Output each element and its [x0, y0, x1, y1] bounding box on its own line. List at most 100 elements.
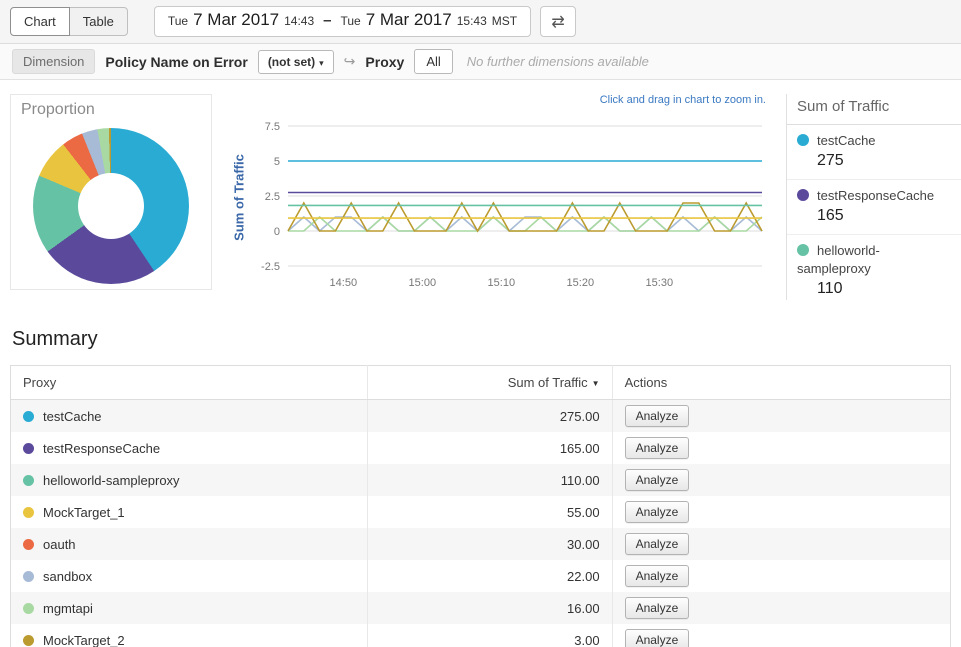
zoom-hint: Click and drag in chart to zoom in.	[600, 94, 766, 106]
column-header-proxy[interactable]: Proxy	[11, 366, 368, 400]
y-axis-tick-label: 0	[274, 226, 280, 238]
traffic-header-label: Sum of Traffic	[508, 375, 588, 390]
start-day: Tue	[168, 14, 188, 28]
traffic-value: 165.00	[368, 432, 612, 464]
legend-color-dot	[797, 189, 809, 201]
top-toolbar: Chart Table Tue 7 Mar 2017 14:43 – Tue 7…	[0, 0, 961, 44]
summary-table-body: testCache 275.00 Analyze testResponseCac…	[11, 400, 951, 647]
refresh-icon: ⇄	[551, 12, 564, 32]
y-axis-tick-label: 5	[274, 156, 280, 168]
legend-item[interactable]: helloworld-sampleproxy 110	[787, 235, 961, 300]
legend-list: testCache 275 testResponseCache 165 hell…	[787, 125, 961, 300]
table-tab[interactable]: Table	[69, 7, 128, 36]
legend-item-name: helloworld-sampleproxy	[797, 243, 880, 276]
proxy-color-dot	[23, 603, 34, 614]
proxy-dimension-label: Proxy	[365, 54, 404, 70]
end-day: Tue	[340, 14, 360, 28]
legend-item[interactable]: testResponseCache 165	[787, 180, 961, 235]
y-axis-tick-label: 2.5	[265, 191, 280, 203]
analyze-button[interactable]: Analyze	[625, 437, 690, 459]
proxy-color-dot	[23, 571, 34, 582]
analyze-button[interactable]: Analyze	[625, 469, 690, 491]
column-header-actions: Actions	[612, 366, 950, 400]
timezone-label: MST	[492, 14, 517, 28]
table-row: MockTarget_2 3.00 Analyze	[11, 624, 951, 647]
analyze-button[interactable]: Analyze	[625, 565, 690, 587]
refresh-button[interactable]: ⇄	[540, 6, 576, 37]
proxy-name: testResponseCache	[43, 441, 160, 456]
table-row: mgmtapi 16.00 Analyze	[11, 592, 951, 624]
legend-panel: Sum of Traffic testCache 275 testRespons…	[786, 94, 961, 300]
column-header-traffic[interactable]: Sum of Traffic▼	[368, 366, 612, 400]
actions-cell: Analyze	[612, 528, 950, 560]
legend-item[interactable]: testCache 275	[787, 125, 961, 180]
summary-section: Summary Proxy Sum of Traffic▼ Actions te…	[0, 300, 961, 647]
proxy-cell: mgmtapi	[11, 592, 368, 624]
proxy-color-dot	[23, 411, 34, 422]
analyze-button[interactable]: Analyze	[625, 533, 690, 555]
proxy-cell: sandbox	[11, 560, 368, 592]
proxy-cell: MockTarget_1	[11, 496, 368, 528]
date-range-picker[interactable]: Tue 7 Mar 2017 14:43 – Tue 7 Mar 2017 15…	[154, 6, 531, 37]
chart-section: Proportion Click and drag in chart to zo…	[0, 80, 961, 300]
proportion-donut-chart[interactable]	[33, 128, 189, 284]
analyze-button[interactable]: Analyze	[625, 597, 690, 619]
y-axis-tick-label: 7.5	[265, 121, 280, 133]
dimensions-note: No further dimensions available	[467, 54, 649, 69]
legend-title: Sum of Traffic	[787, 94, 961, 125]
proportion-panel: Proportion	[10, 94, 212, 290]
proxy-filter-button[interactable]: All	[414, 49, 452, 74]
traffic-value: 22.00	[368, 560, 612, 592]
table-row: sandbox 22.00 Analyze	[11, 560, 951, 592]
traffic-value: 110.00	[368, 464, 612, 496]
proxy-cell: helloworld-sampleproxy	[11, 464, 368, 496]
actions-cell: Analyze	[612, 496, 950, 528]
start-time: 14:43	[284, 14, 314, 28]
actions-cell: Analyze	[612, 432, 950, 464]
legend-item-value: 110	[817, 280, 951, 298]
legend-item-value: 275	[817, 152, 951, 170]
legend-color-dot	[797, 134, 809, 146]
chart-tab[interactable]: Chart	[10, 7, 70, 36]
dimension-name: Policy Name on Error	[105, 54, 247, 70]
proxy-name: oauth	[43, 537, 76, 552]
analyze-button[interactable]: Analyze	[625, 501, 690, 523]
proxy-cell: MockTarget_2	[11, 624, 368, 647]
x-axis-tick-label: 15:20	[567, 277, 595, 289]
proxy-cell: testResponseCache	[11, 432, 368, 464]
actions-cell: Analyze	[612, 560, 950, 592]
dimension-value-dropdown[interactable]: (not set)▾	[258, 50, 334, 74]
proxy-cell: testCache	[11, 400, 368, 433]
traffic-value: 3.00	[368, 624, 612, 647]
end-date: 7 Mar 2017	[366, 10, 452, 30]
end-time: 15:43	[457, 14, 487, 28]
traffic-value: 30.00	[368, 528, 612, 560]
legend-item-value: 165	[817, 207, 951, 225]
traffic-value: 275.00	[368, 400, 612, 433]
table-row: MockTarget_1 55.00 Analyze	[11, 496, 951, 528]
proxy-name: helloworld-sampleproxy	[43, 473, 180, 488]
summary-title: Summary	[12, 328, 951, 351]
legend-item-name: testCache	[817, 133, 876, 148]
legend-item-name: testResponseCache	[817, 188, 934, 203]
analyze-button[interactable]: Analyze	[625, 405, 690, 427]
series-line-sandbox	[288, 217, 762, 231]
line-chart-svg[interactable]: 7.552.50-2.514:5015:0015:1015:2015:30	[244, 116, 774, 294]
analyze-button[interactable]: Analyze	[625, 629, 690, 647]
line-chart-area: Click and drag in chart to zoom in. Sum …	[212, 94, 782, 294]
x-axis-tick-label: 14:50	[330, 277, 358, 289]
proxy-color-dot	[23, 475, 34, 486]
start-date: 7 Mar 2017	[193, 10, 279, 30]
date-separator: –	[323, 12, 331, 29]
table-row: oauth 30.00 Analyze	[11, 528, 951, 560]
summary-table: Proxy Sum of Traffic▼ Actions testCache …	[10, 365, 951, 647]
proxy-name: sandbox	[43, 569, 92, 584]
traffic-value: 16.00	[368, 592, 612, 624]
actions-cell: Analyze	[612, 624, 950, 647]
x-axis-tick-label: 15:00	[409, 277, 437, 289]
dimension-chip: Dimension	[12, 49, 95, 74]
table-row: testCache 275.00 Analyze	[11, 400, 951, 433]
summary-table-header: Proxy Sum of Traffic▼ Actions	[11, 366, 951, 400]
table-row: testResponseCache 165.00 Analyze	[11, 432, 951, 464]
x-axis-tick-label: 15:30	[646, 277, 674, 289]
